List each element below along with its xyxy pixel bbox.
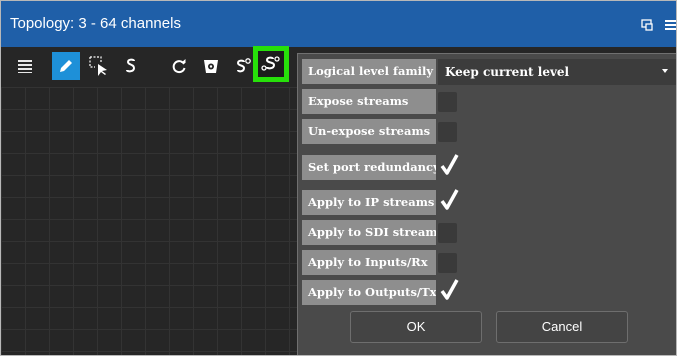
un-expose-streams-label: Un-expose streams <box>302 119 436 144</box>
logical-level-family-select[interactable]: Keep current level <box>438 59 676 85</box>
expose-streams-checkbox[interactable] <box>438 92 457 112</box>
apply-to-sdi-streams-checkbox[interactable] <box>438 223 457 243</box>
logical-level-family-label: Logical level family <box>302 59 436 84</box>
apply-to-ip-streams-checkbox[interactable] <box>439 188 461 212</box>
refresh-icon[interactable] <box>165 52 193 80</box>
set-port-redundancy-label: Set port redundancy <box>302 155 436 180</box>
apply-to-outputs-tx-label: Apply to Outputs/Tx <box>302 280 436 305</box>
list-icon[interactable] <box>11 52 39 80</box>
popout-icon[interactable] <box>641 16 653 35</box>
apply-to-outputs-tx-checkbox[interactable] <box>439 278 461 302</box>
chevron-down-icon <box>662 69 668 73</box>
stream-settings-icon[interactable] <box>253 46 289 82</box>
checkmark-icon <box>440 279 459 300</box>
checkmark-icon <box>440 154 459 175</box>
checkmark-icon <box>440 189 459 210</box>
apply-to-sdi-streams-label: Apply to SDI streams <box>302 220 436 245</box>
ok-button[interactable]: OK <box>350 311 482 343</box>
un-expose-streams-checkbox[interactable] <box>438 122 457 142</box>
apply-to-inputs-rx-checkbox[interactable] <box>438 253 457 273</box>
edit-pencil-icon[interactable] <box>52 52 80 80</box>
trash-icon[interactable] <box>197 52 225 80</box>
title-bar: Topology: 3 - 64 channels <box>1 1 676 47</box>
menu-icon[interactable] <box>665 16 676 35</box>
apply-to-ip-streams-label: Apply to IP streams <box>302 190 436 215</box>
stream-settings-dialog: Logical level family Keep current level … <box>297 53 676 355</box>
expose-streams-label: Expose streams <box>302 89 436 114</box>
logical-level-family-value: Keep current level <box>445 65 570 79</box>
window-title: Topology: 3 - 64 channels <box>10 15 181 32</box>
cancel-button[interactable]: Cancel <box>496 311 628 343</box>
apply-to-inputs-rx-label: Apply to Inputs/Rx <box>302 250 436 275</box>
link-icon[interactable] <box>117 52 145 80</box>
topology-window: Topology: 3 - 64 channels Logical level … <box>0 0 677 356</box>
set-port-redundancy-checkbox[interactable] <box>439 153 461 177</box>
select-cursor-icon[interactable] <box>85 52 113 80</box>
